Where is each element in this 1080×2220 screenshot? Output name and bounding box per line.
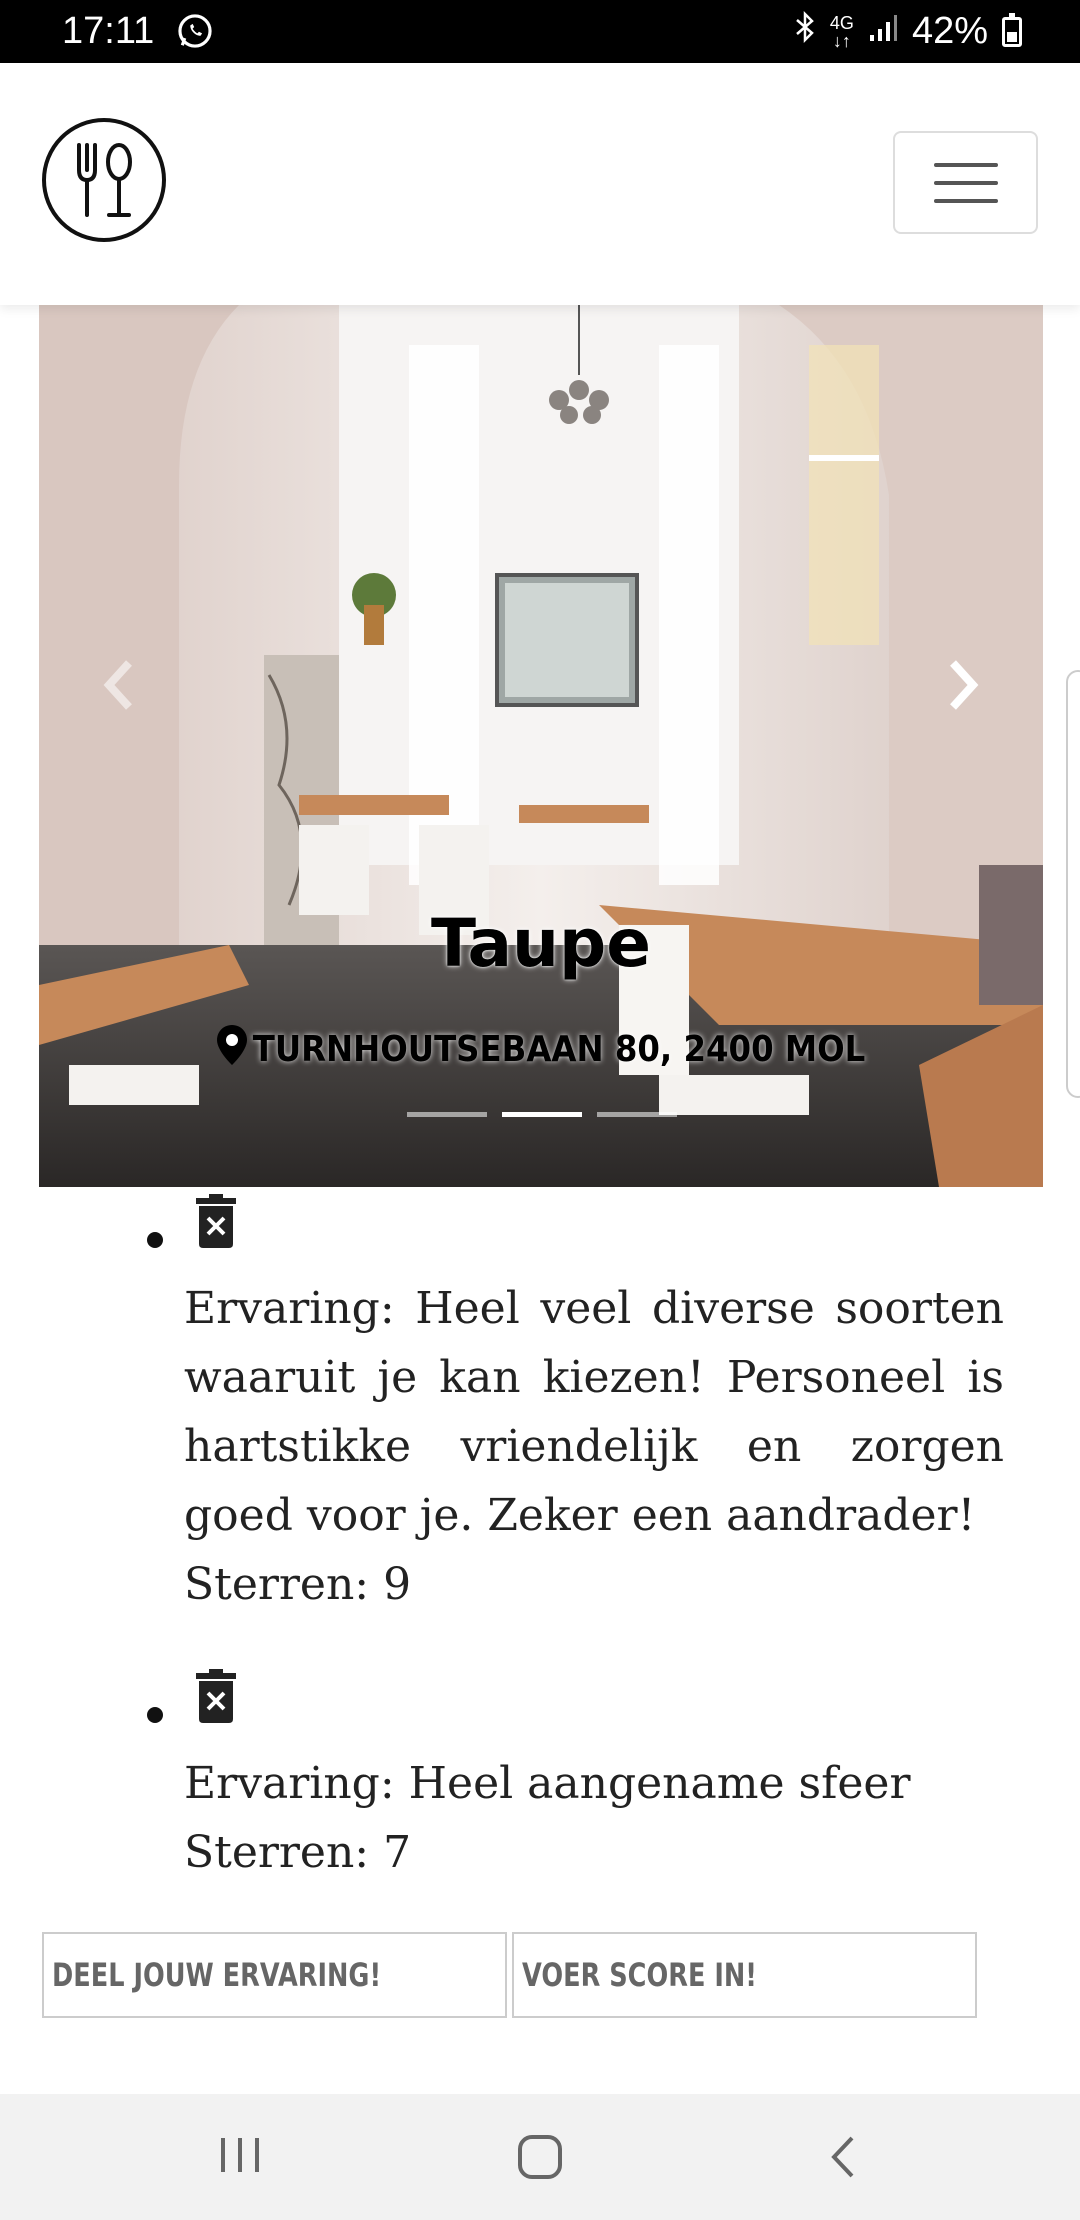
review-item: Ervaring: Heel veel diverse soorten waar… — [184, 1274, 1004, 1619]
restaurant-address: TURNHOUTSEBAAN 80, 2400 MOL — [39, 1025, 1043, 1070]
carousel-indicator-3[interactable] — [597, 1112, 677, 1117]
enter-score-label: VOER SCORE IN! — [522, 1956, 757, 1994]
menu-toggle-button[interactable] — [893, 131, 1038, 234]
trash-icon — [196, 1669, 236, 1723]
delete-review-button[interactable] — [194, 1194, 238, 1248]
hamburger-icon-line — [933, 162, 998, 167]
carousel-indicator-2[interactable] — [502, 1112, 582, 1117]
carousel-prev-button[interactable] — [79, 635, 159, 735]
carousel-indicators — [407, 1112, 677, 1117]
delete-review-button[interactable] — [194, 1669, 238, 1723]
back-button[interactable] — [820, 2132, 870, 2182]
list-bullet — [147, 1232, 163, 1248]
navbar — [0, 63, 1080, 305]
back-icon — [831, 2136, 854, 2178]
share-experience-button[interactable]: DEEL JOUW ERVARING! — [42, 1932, 507, 2018]
fork-spoon-icon — [77, 143, 132, 217]
trash-icon — [196, 1194, 236, 1248]
status-time: 17:11 — [62, 10, 155, 52]
network-type: 4G ↓↑ — [829, 12, 854, 51]
whatsapp-icon — [176, 12, 214, 60]
address-text: TURNHOUTSEBAAN 80, 2400 MOL — [252, 1029, 866, 1070]
edge-panel-handle[interactable] — [1066, 670, 1080, 1098]
enter-score-button[interactable]: VOER SCORE IN! — [512, 1932, 977, 2018]
recent-apps-button[interactable] — [215, 2132, 265, 2178]
restaurant-logo[interactable] — [42, 118, 166, 242]
status-bar: 17:11 4G ↓↑ 42% — [0, 0, 1080, 63]
battery-icon — [1002, 12, 1022, 47]
map-pin-icon — [216, 1025, 247, 1065]
restaurant-carousel[interactable]: Taupe TURNHOUTSEBAAN 80, 2400 MOL — [39, 305, 1043, 1187]
chevron-right-icon — [950, 660, 979, 710]
home-button[interactable] — [515, 2132, 565, 2182]
recent-apps-icon — [221, 2138, 259, 2172]
review-text: Ervaring: Heel aangename sfeer — [184, 1758, 911, 1809]
battery-percent: 42% — [911, 10, 988, 52]
review-text: Ervaring: Heel veel diverse soorten waar… — [184, 1283, 1004, 1541]
review-item: Ervaring: Heel aangename sfeer Sterren: … — [184, 1749, 1004, 1887]
signal-icon — [868, 10, 898, 53]
hamburger-icon-line — [933, 198, 998, 203]
review-stars: Sterren: 9 — [184, 1559, 412, 1610]
hamburger-icon-line — [933, 180, 998, 185]
bluetooth-icon — [794, 10, 816, 53]
system-nav-bar — [0, 2094, 1080, 2220]
chevron-left-icon — [103, 660, 132, 710]
share-experience-label: DEEL JOUW ERVARING! — [52, 1956, 382, 1994]
carousel-indicator-1[interactable] — [407, 1112, 487, 1117]
review-stars: Sterren: 7 — [184, 1827, 412, 1878]
restaurant-name: Taupe — [430, 905, 652, 982]
home-icon — [518, 2135, 562, 2179]
list-bullet — [147, 1707, 163, 1723]
carousel-next-button[interactable] — [923, 635, 1003, 735]
